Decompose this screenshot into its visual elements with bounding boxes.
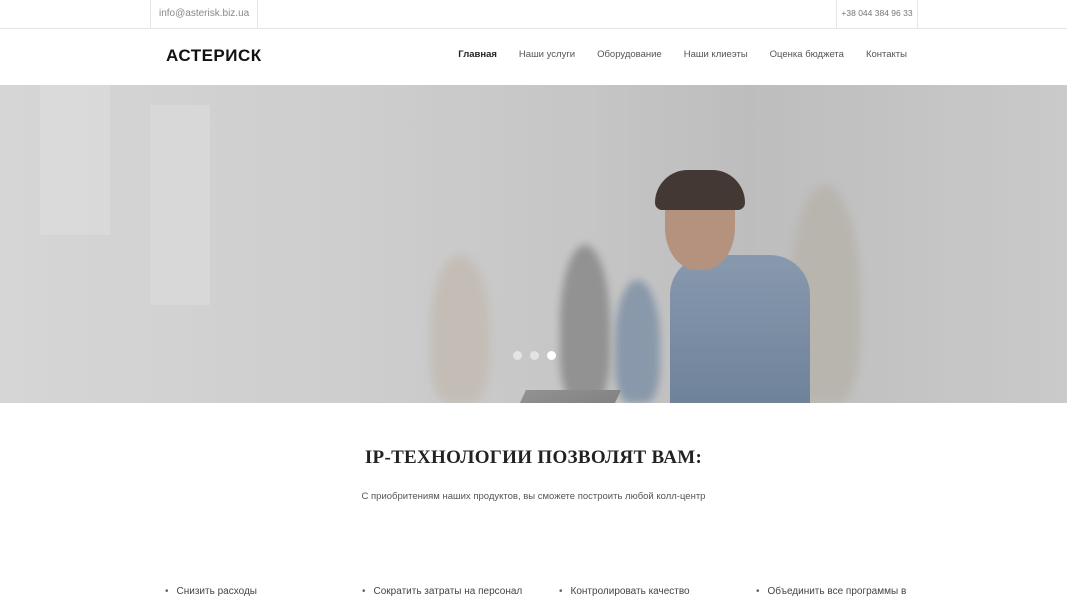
nav-item-home[interactable]: Главная — [458, 49, 497, 60]
nav-item-equipment[interactable]: Оборудование — [597, 49, 662, 60]
hero-slider — [0, 85, 1067, 403]
nav-item-budget[interactable]: Оценка бюджета — [770, 49, 844, 60]
nav-item-contacts[interactable]: Контакты — [866, 49, 907, 60]
phone-number[interactable]: +38 044 384 96 33 — [836, 0, 918, 28]
slider-dots — [513, 351, 556, 360]
nav-item-services[interactable]: Наши услуги — [519, 49, 575, 60]
section-subtitle: С приобритениям наших продуктов, вы смож… — [361, 491, 706, 502]
email-link[interactable]: info@asterisk.biz.ua — [150, 0, 259, 28]
feature-item: Контролировать качество — [559, 586, 690, 597]
site-logo[interactable]: АСТЕРИСК — [166, 46, 262, 66]
top-bar: info@asterisk.biz.ua +38 044 384 96 33 — [0, 0, 1067, 29]
main-nav: Главная Наши услуги Оборудование Наши кл… — [458, 49, 907, 60]
feature-item: Сократить затраты на персонал — [362, 586, 523, 597]
feature-item: Объединить все программы в — [756, 586, 907, 597]
slider-dot-3[interactable] — [547, 351, 556, 360]
site-header: АСТЕРИСК Главная Наши услуги Оборудовани… — [0, 29, 1067, 85]
nav-item-clients[interactable]: Наши клиеэты — [684, 49, 748, 60]
feature-item: Снизить расходы — [165, 586, 257, 597]
slider-dot-2[interactable] — [530, 351, 539, 360]
features-list: Снизить расходы Сократить затраты на пер… — [0, 586, 1067, 600]
slider-dot-1[interactable] — [513, 351, 522, 360]
section-title: IP-ТЕХНОЛОГИИ ПОЗВОЛЯТ ВАМ: — [364, 447, 703, 468]
